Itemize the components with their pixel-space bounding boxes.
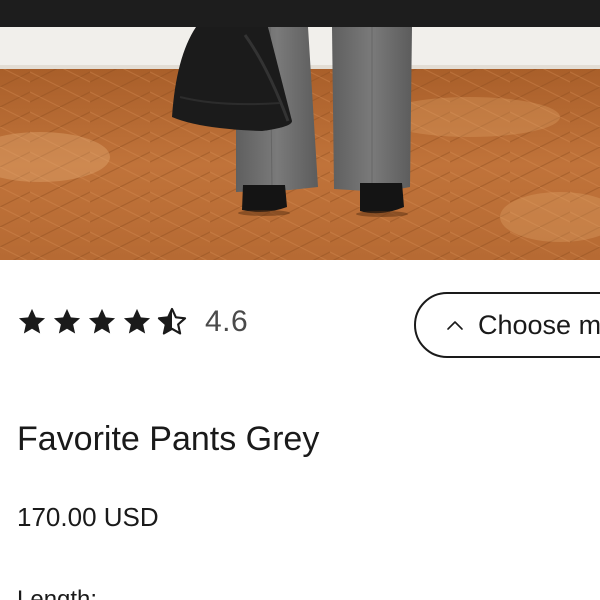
star-icon [123,308,151,334]
star-icon [18,308,46,334]
chevron-up-icon [447,321,463,330]
rating-value: 4.6 [205,305,249,338]
choose-size-label: Choose m [478,309,600,340]
product-title: Favorite Pants Grey [17,420,320,458]
product-page: 4.6 Choose m Favorite Pants Grey 170.00 … [0,0,600,600]
star-icon [88,308,116,334]
star-icon [53,308,81,334]
product-photo [0,27,600,260]
length-label: Length: [17,586,98,600]
half-star-icon [157,307,187,335]
product-rating[interactable]: 4.6 [16,304,248,340]
product-price: 170.00 USD [17,502,159,532]
top-bar [0,0,600,27]
choose-size-button[interactable]: Choose m [414,292,600,358]
product-image[interactable] [0,27,600,260]
rating-stars [16,306,191,338]
